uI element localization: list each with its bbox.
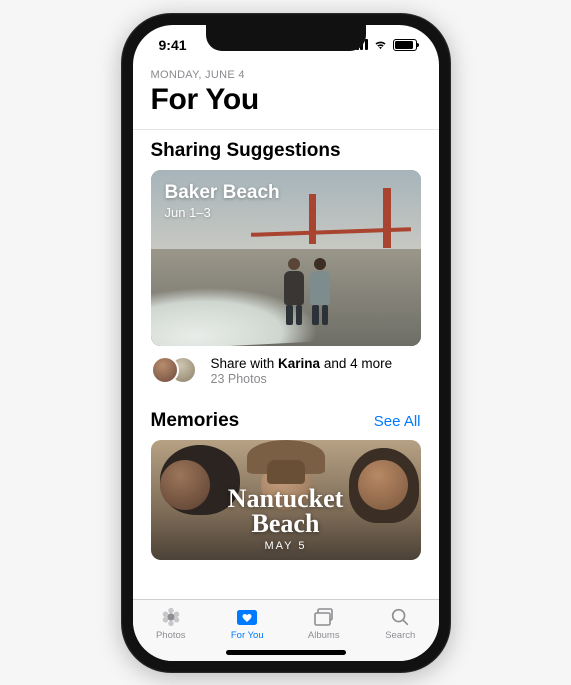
see-all-button[interactable]: See All [374, 413, 421, 430]
notch [206, 25, 366, 51]
battery-icon [393, 39, 417, 51]
tab-albums[interactable]: Albums [286, 600, 363, 647]
wifi-icon [373, 39, 388, 50]
albums-icon [312, 606, 336, 628]
tab-label: For You [231, 630, 264, 641]
photos-icon [159, 606, 183, 628]
sharing-card[interactable]: Baker Beach Jun 1–3 [151, 170, 421, 346]
content: MONDAY, JUNE 4 For You Sharing Suggestio… [133, 65, 439, 599]
page-header: MONDAY, JUNE 4 For You [133, 65, 439, 130]
date-label: MONDAY, JUNE 4 [151, 69, 421, 81]
share-label: Share with Karina and 4 more [211, 356, 393, 373]
people-graphic [281, 258, 333, 324]
scroll-area[interactable]: Sharing Suggestions [133, 130, 439, 599]
memory-title: NantucketBeach [228, 487, 344, 536]
share-avatars [151, 356, 201, 386]
status-time: 9:41 [159, 37, 187, 53]
memories-section-title: Memories [151, 410, 240, 432]
tab-label: Photos [156, 630, 186, 641]
tab-label: Search [385, 630, 415, 641]
home-indicator[interactable] [226, 650, 346, 655]
search-icon [388, 606, 412, 628]
tab-for-you[interactable]: For You [209, 600, 286, 647]
page-title: For You [151, 83, 421, 117]
sharing-section-title: Sharing Suggestions [151, 140, 341, 162]
tab-photos[interactable]: Photos [133, 600, 210, 647]
memory-subtitle: MAY 5 [265, 540, 307, 552]
tab-search[interactable]: Search [362, 600, 439, 647]
share-action-row[interactable]: Share with Karina and 4 more 23 Photos [133, 346, 439, 401]
avatar [151, 356, 179, 384]
share-count: 23 Photos [211, 372, 393, 386]
bridge-graphic [261, 188, 411, 258]
screen: 9:41 MONDAY, JUNE 4 For You Sharing S [133, 25, 439, 661]
heart-card-icon [235, 606, 259, 628]
memories-section: Memories See All NantucketBeach [133, 400, 439, 560]
sharing-suggestions-section: Sharing Suggestions [133, 130, 439, 401]
memory-card[interactable]: NantucketBeach MAY 5 [151, 440, 421, 560]
tab-label: Albums [308, 630, 340, 641]
sharing-card-subtitle: Jun 1–3 [165, 205, 280, 220]
iphone-frame: 9:41 MONDAY, JUNE 4 For You Sharing S [121, 13, 451, 673]
sharing-card-title: Baker Beach [165, 182, 280, 204]
